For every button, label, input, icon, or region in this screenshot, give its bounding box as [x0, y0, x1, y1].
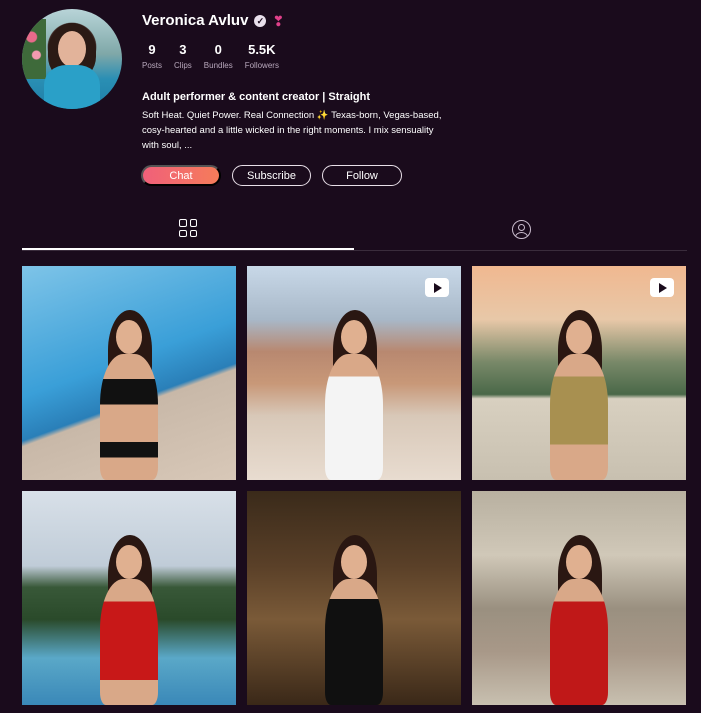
avatar-flowers [22, 19, 46, 79]
stat-bundles[interactable]: 0 Bundles [204, 42, 233, 70]
video-play-icon [650, 278, 674, 297]
stat-value: 3 [179, 42, 187, 57]
post-figure [544, 310, 614, 480]
stat-label: Posts [142, 61, 163, 70]
profile-stats: 9 Posts 3 Clips 0 Bundles 5.5K Followers [142, 42, 279, 70]
post-figure [94, 535, 164, 705]
post-thumbnail[interactable] [22, 491, 236, 705]
heart-badge-icon: ❣ [272, 12, 285, 29]
bio-title: Adult performer & content creator | Stra… [142, 91, 370, 103]
post-thumbnail[interactable] [22, 266, 236, 480]
profile-name: Veronica Avluv [142, 12, 249, 29]
tab-about[interactable] [355, 208, 687, 250]
chat-button[interactable]: Chat [141, 165, 221, 186]
post-thumbnail[interactable] [247, 491, 461, 705]
avatar-face [58, 31, 86, 67]
stat-value: 5.5K [248, 42, 276, 57]
stat-label: Followers [244, 61, 279, 70]
profile-header: Veronica Avluv ✓ ❣ 9 Posts 3 Clips 0 Bun… [0, 0, 701, 200]
follow-button[interactable]: Follow [322, 165, 402, 186]
stat-value: 9 [148, 42, 156, 57]
post-figure [319, 535, 389, 705]
tab-posts-grid[interactable] [22, 208, 354, 250]
avatar[interactable] [22, 9, 122, 109]
subscribe-button[interactable]: Subscribe [232, 165, 311, 186]
stat-posts[interactable]: 9 Posts [142, 42, 162, 70]
bio-text: Soft Heat. Quiet Power. Real Connection … [142, 110, 442, 151]
name-row: Veronica Avluv ✓ ❣ [142, 12, 284, 29]
stat-followers[interactable]: 5.5K Followers [245, 42, 279, 70]
grid-icon [179, 219, 197, 237]
video-play-icon [425, 278, 449, 297]
profile-icon [511, 219, 531, 239]
verified-icon: ✓ [254, 14, 267, 27]
post-thumbnail[interactable] [472, 266, 686, 480]
profile-tabs [22, 208, 687, 251]
stat-label: Bundles [203, 61, 233, 70]
post-thumbnail[interactable] [247, 266, 461, 480]
post-figure [544, 535, 614, 705]
post-thumbnail[interactable] [472, 491, 686, 705]
post-figure [319, 310, 389, 480]
avatar-outfit [44, 65, 100, 109]
stat-label: Clips [174, 61, 192, 70]
profile-actions: Chat Subscribe Follow [141, 165, 402, 186]
stat-value: 0 [214, 42, 222, 57]
post-figure [94, 310, 164, 480]
post-grid [22, 266, 687, 705]
stat-clips[interactable]: 3 Clips [174, 42, 192, 70]
